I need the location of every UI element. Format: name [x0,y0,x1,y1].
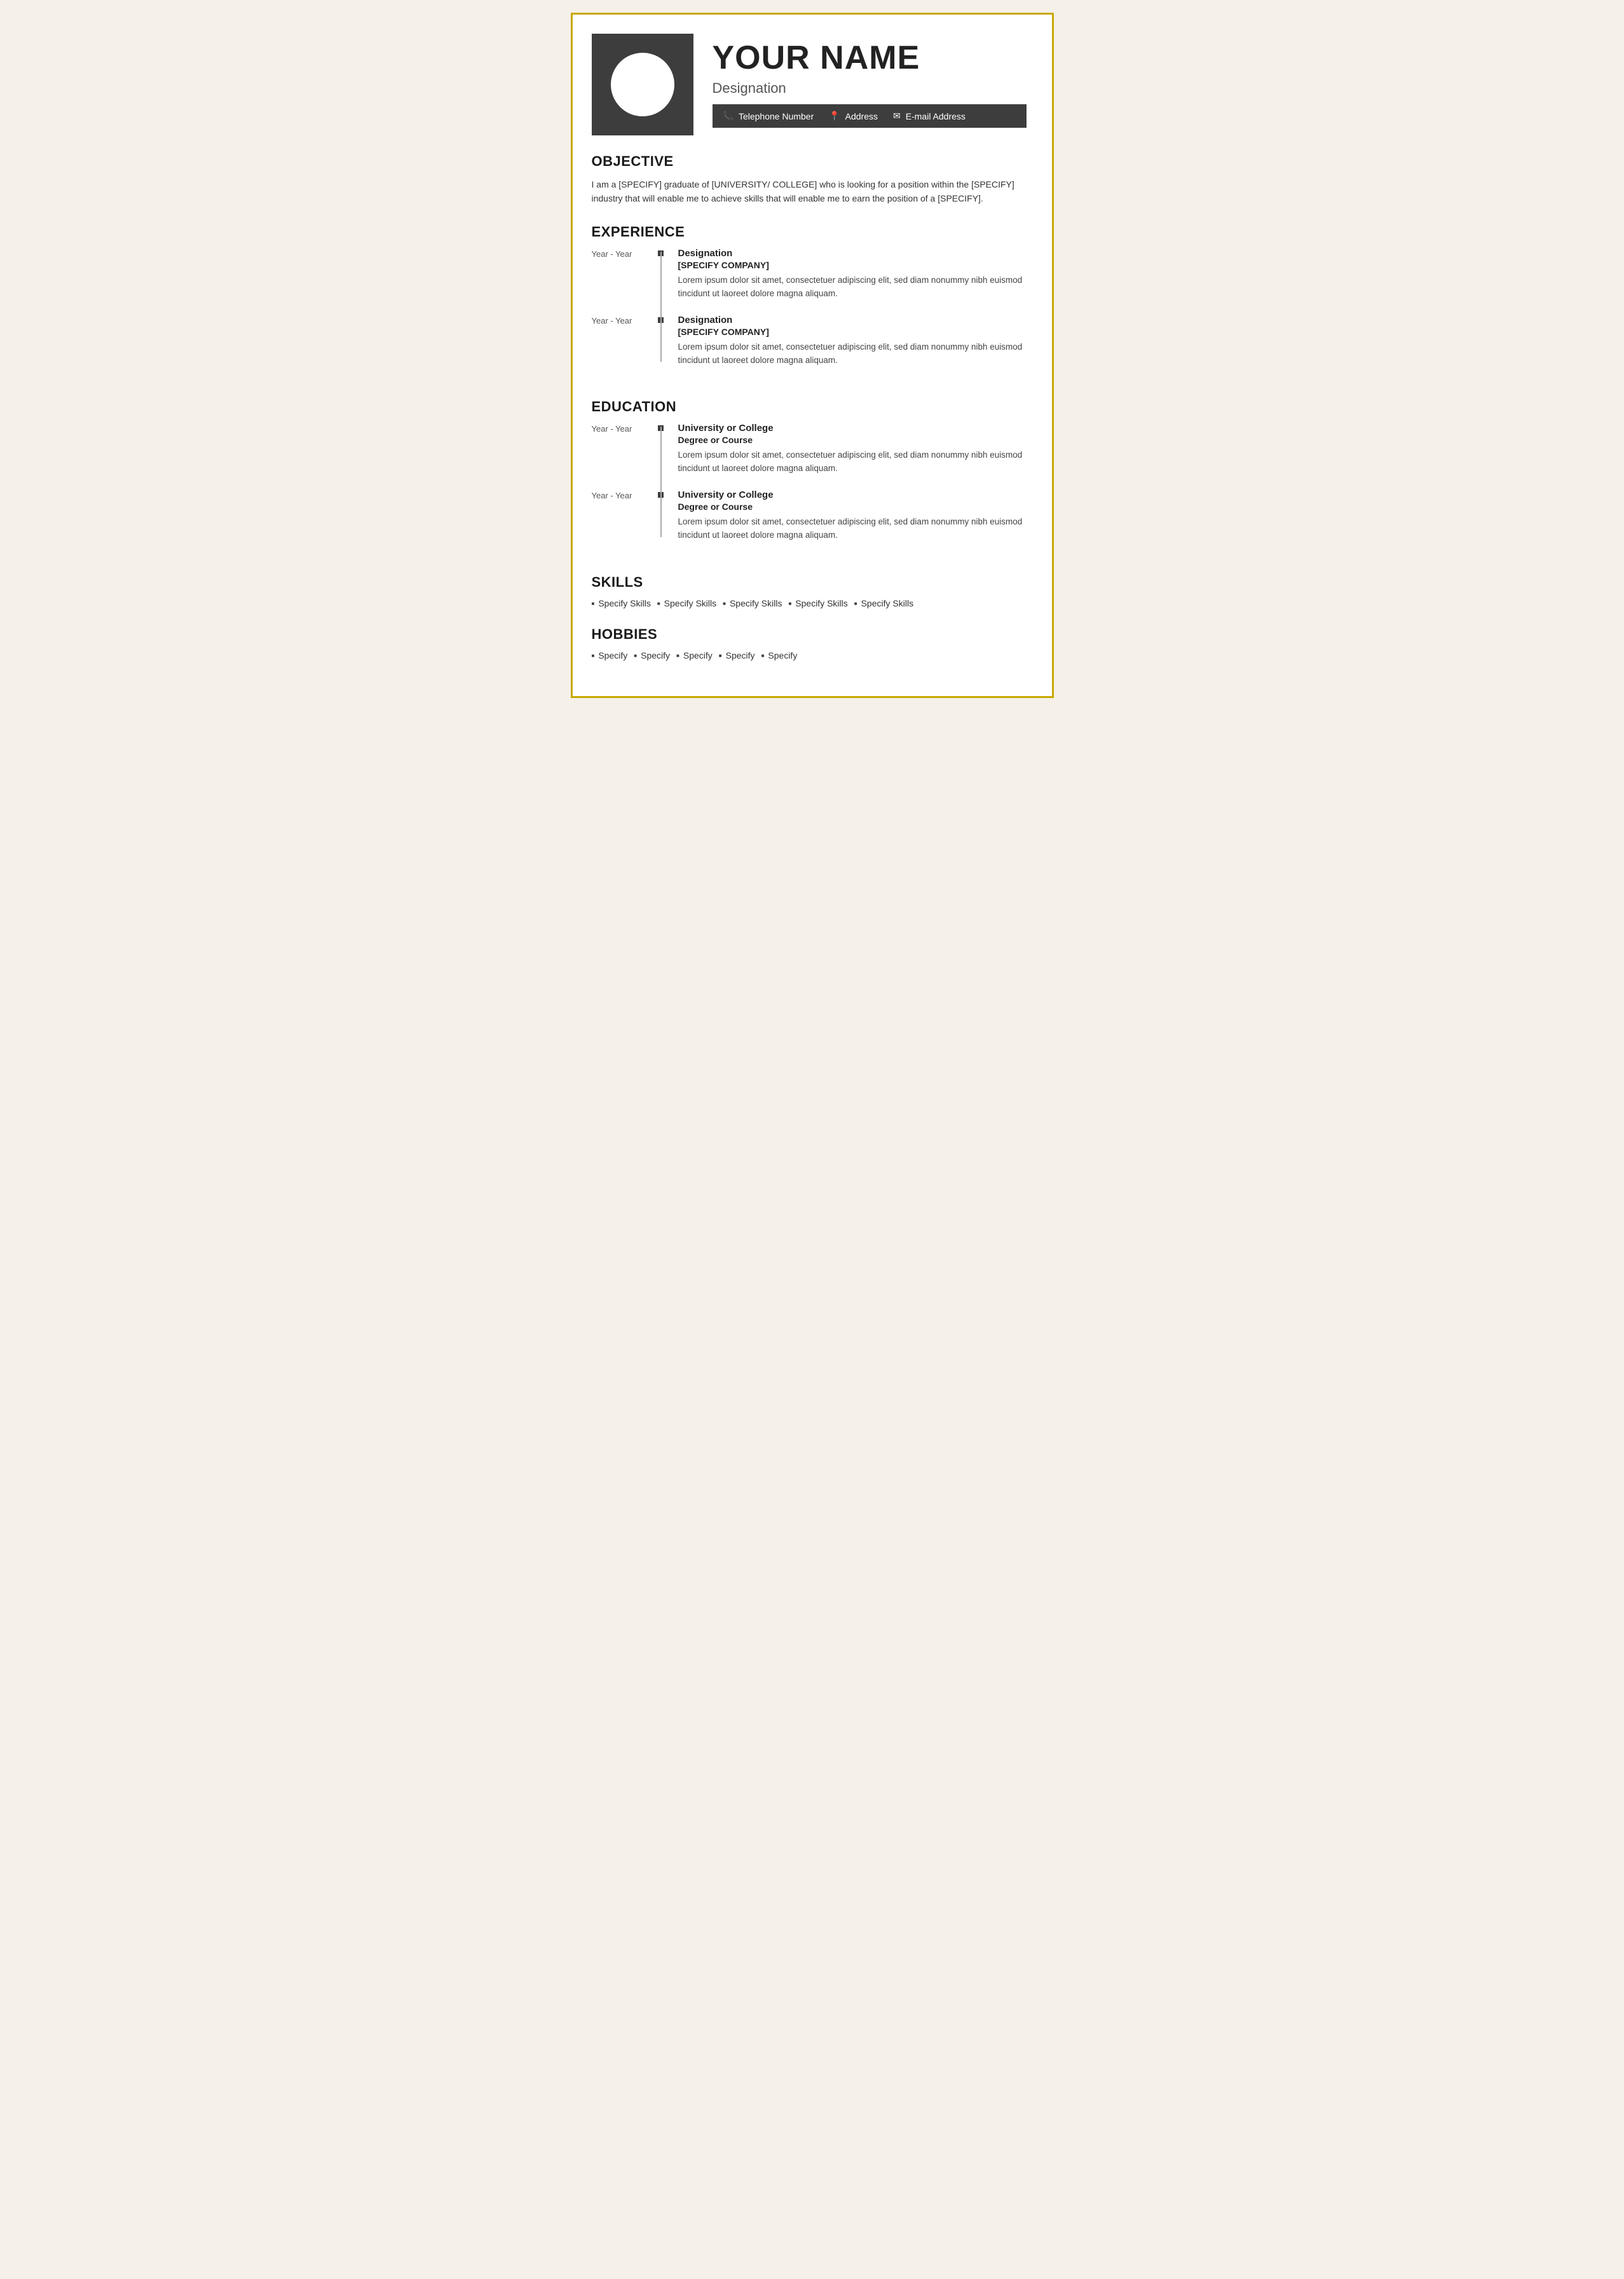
edu-year-1: Year - Year [592,423,655,434]
experience-timeline: Year - Year Designation [SPECIFY COMPANY… [592,248,1027,381]
list-item: Specify Skills [788,598,847,608]
objective-section: OBJECTIVE I am a [SPECIFY] graduate of [… [592,153,1027,206]
skills-title: SKILLS [592,574,1027,591]
table-row: Year - Year University or College Degree… [592,489,1027,542]
list-item: Specify Skills [854,598,913,608]
edu-items: Year - Year University or College Degree… [592,423,1027,556]
exp-year-2: Year - Year [592,315,655,325]
address-icon: 📍 [829,111,840,121]
exp-vline [660,252,662,362]
resume-designation: Designation [713,80,1027,97]
list-item: Specify Skills [723,598,782,608]
hobbies-section: HOBBIES Specify Specify Specify Specify … [592,626,1027,660]
edu-university-1: University or College [678,423,1027,434]
email-label: E-mail Address [906,111,966,121]
contact-phone: 📞 Telephone Number [723,111,814,121]
exp-designation-2: Designation [678,315,1027,325]
list-item: Specify [634,650,670,660]
name-area: YOUR NAME Designation 📞 Telephone Number… [713,34,1027,135]
email-icon: ✉ [893,111,901,121]
photo-circle [611,53,674,116]
edu-degree-2: Degree or Course [678,502,1027,512]
list-item: Specify [761,650,798,660]
edu-year-2: Year - Year [592,489,655,500]
objective-title: OBJECTIVE [592,153,1027,170]
education-title: EDUCATION [592,399,1027,415]
list-item: Specify [592,650,628,660]
edu-degree-1: Degree or Course [678,435,1027,445]
phone-label: Telephone Number [739,111,814,121]
address-label: Address [845,111,878,121]
contact-email: ✉ E-mail Address [893,111,966,121]
list-item: Specify [719,650,755,660]
exp-body-2: Designation [SPECIFY COMPANY] Lorem ipsu… [678,315,1027,367]
experience-title: EXPERIENCE [592,224,1027,240]
education-timeline: Year - Year University or College Degree… [592,423,1027,556]
resume-name: YOUR NAME [713,40,1027,76]
edu-university-2: University or College [678,489,1027,500]
exp-designation-1: Designation [678,248,1027,259]
skills-list: Specify Skills Specify Skills Specify Sk… [592,598,1027,608]
exp-desc-2: Lorem ipsum dolor sit amet, consectetuer… [678,341,1027,367]
main-content: OBJECTIVE I am a [SPECIFY] graduate of [… [573,135,1052,696]
table-row: Year - Year University or College Degree… [592,423,1027,476]
exp-company-2: [SPECIFY COMPANY] [678,327,1027,337]
exp-body-1: Designation [SPECIFY COMPANY] Lorem ipsu… [678,248,1027,301]
list-item: Specify Skills [657,598,716,608]
resume-page: YOUR NAME Designation 📞 Telephone Number… [571,13,1054,698]
exp-items: Year - Year Designation [SPECIFY COMPANY… [592,248,1027,381]
contact-address: 📍 Address [829,111,878,121]
list-item: Specify Skills [592,598,651,608]
education-section: EDUCATION Year - Year University or Coll… [592,399,1027,556]
edu-body-1: University or College Degree or Course L… [678,423,1027,476]
table-row: Year - Year Designation [SPECIFY COMPANY… [592,248,1027,301]
exp-company-1: [SPECIFY COMPANY] [678,260,1027,270]
exp-year-1: Year - Year [592,248,655,259]
edu-desc-1: Lorem ipsum dolor sit amet, consectetuer… [678,449,1027,476]
edu-desc-2: Lorem ipsum dolor sit amet, consectetuer… [678,516,1027,542]
header-section: YOUR NAME Designation 📞 Telephone Number… [573,15,1052,135]
experience-section: EXPERIENCE Year - Year Designation [SPEC… [592,224,1027,381]
skills-section: SKILLS Specify Skills Specify Skills Spe… [592,574,1027,608]
exp-desc-1: Lorem ipsum dolor sit amet, consectetuer… [678,274,1027,301]
contact-bar: 📞 Telephone Number 📍 Address ✉ E-mail Ad… [713,104,1027,128]
table-row: Year - Year Designation [SPECIFY COMPANY… [592,315,1027,367]
edu-vline [660,427,662,537]
hobbies-list: Specify Specify Specify Specify Specify [592,650,1027,660]
phone-icon: 📞 [723,111,734,121]
photo-box [592,34,693,135]
edu-body-2: University or College Degree or Course L… [678,489,1027,542]
list-item: Specify [676,650,713,660]
hobbies-title: HOBBIES [592,626,1027,643]
objective-text: I am a [SPECIFY] graduate of [UNIVERSITY… [592,177,1027,206]
